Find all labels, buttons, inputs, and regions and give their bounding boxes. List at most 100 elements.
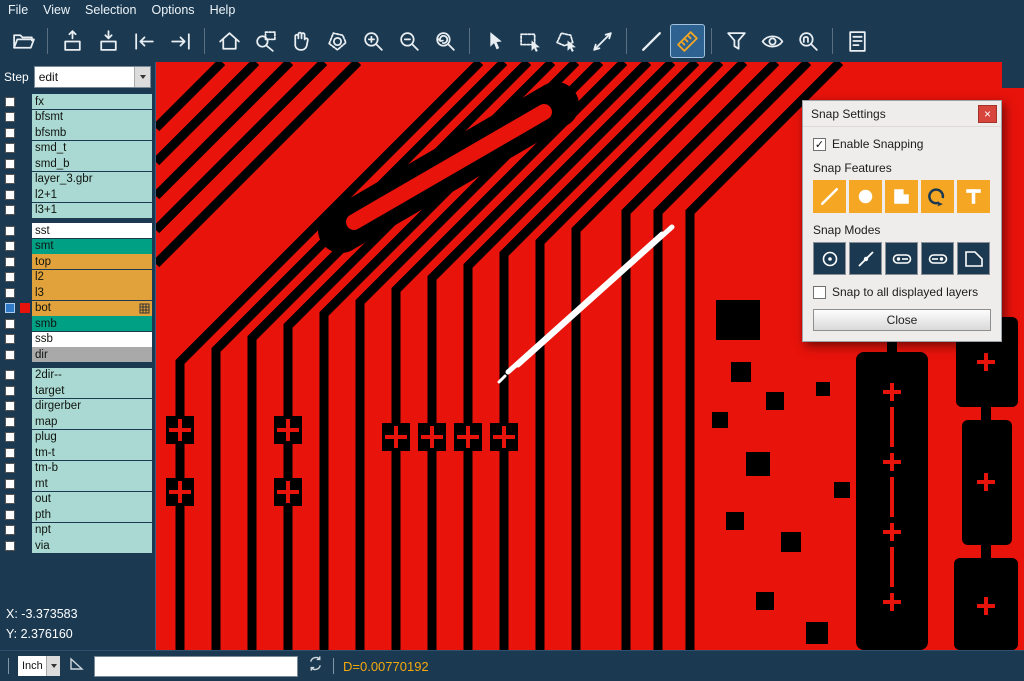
layer-label[interactable]: plug — [32, 430, 152, 445]
layer-checkbox[interactable] — [5, 541, 15, 551]
dialog-titlebar[interactable]: Snap Settings × — [803, 101, 1001, 127]
checkbox-box[interactable]: ✓ — [813, 138, 826, 151]
layer-row-bfsmt[interactable]: bfsmt — [0, 110, 155, 125]
mode-center-button[interactable] — [813, 242, 846, 275]
select-polygon-button[interactable] — [550, 25, 583, 57]
enable-snapping-checkbox[interactable]: ✓ Enable Snapping — [813, 137, 991, 151]
layer-row-dir[interactable]: dir — [0, 347, 155, 362]
close-button[interactable]: Close — [813, 309, 991, 331]
mode-contour-button[interactable] — [957, 242, 990, 275]
menu-item-view[interactable]: View — [43, 3, 70, 17]
layer-checkbox[interactable] — [5, 463, 15, 473]
angle-measure-icon[interactable] — [69, 656, 85, 677]
ruler-snap-button[interactable] — [671, 25, 704, 57]
layer-checkbox[interactable] — [5, 205, 15, 215]
layer-checkbox[interactable] — [5, 112, 15, 122]
snap-arc-button[interactable] — [921, 180, 954, 213]
zoom-window-button[interactable] — [249, 25, 282, 57]
nav-right-button[interactable] — [164, 25, 197, 57]
layer-row-l2+1[interactable]: l2+1 — [0, 187, 155, 202]
layer-checkbox[interactable] — [5, 226, 15, 236]
layer-row-l3[interactable]: l3 — [0, 285, 155, 300]
layer-checkbox[interactable] — [5, 159, 15, 169]
zoom-in-button[interactable] — [357, 25, 390, 57]
filter-button[interactable] — [720, 25, 753, 57]
layer-checkbox[interactable] — [5, 272, 15, 282]
menu-item-selection[interactable]: Selection — [85, 3, 136, 17]
import-up-button[interactable] — [56, 25, 89, 57]
layer-checkbox[interactable] — [5, 479, 15, 489]
layer-label[interactable]: smd_t — [32, 141, 152, 156]
layer-checkbox[interactable] — [5, 128, 15, 138]
snap-corner-button[interactable] — [885, 180, 918, 213]
layer-label[interactable]: via — [32, 538, 152, 553]
select-cursor-button[interactable] — [478, 25, 511, 57]
layer-row-l2[interactable]: l2 — [0, 270, 155, 285]
layer-label[interactable]: npt — [32, 523, 152, 538]
layer-checkbox[interactable] — [5, 432, 15, 442]
layer-label[interactable]: l2 — [32, 270, 152, 285]
layer-row-top[interactable]: top — [0, 254, 155, 269]
layer-row-map[interactable]: map — [0, 414, 155, 429]
select-window-button[interactable] — [514, 25, 547, 57]
layer-label[interactable]: bfsmt — [32, 110, 152, 125]
layer-row-via[interactable]: via — [0, 538, 155, 553]
mode-point-on-line-button[interactable] — [849, 242, 882, 275]
menu-item-help[interactable]: Help — [210, 3, 236, 17]
snap-line-button[interactable] — [813, 180, 846, 213]
snap-text-button[interactable] — [957, 180, 990, 213]
layer-row-npt[interactable]: npt — [0, 523, 155, 538]
step-dropdown[interactable]: edit — [34, 66, 151, 88]
layer-row-tm-t[interactable]: tm-t — [0, 445, 155, 460]
zoom-polygon-button[interactable] — [321, 25, 354, 57]
layer-label[interactable]: sst — [32, 223, 152, 238]
layer-row-smt[interactable]: smt — [0, 239, 155, 254]
layer-label[interactable]: fx — [32, 94, 152, 109]
layer-checkbox[interactable] — [5, 494, 15, 504]
draw-line-button[interactable] — [635, 25, 668, 57]
layer-label[interactable]: 2dir-- — [32, 368, 152, 383]
checkbox-box[interactable] — [813, 286, 826, 299]
layer-label[interactable]: out — [32, 492, 152, 507]
layer-checkbox[interactable] — [5, 241, 15, 251]
unit-dropdown[interactable]: Inch — [18, 656, 60, 676]
layer-label[interactable]: tm-b — [32, 461, 152, 476]
layer-row-plug[interactable]: plug — [0, 430, 155, 445]
layer-label[interactable]: top — [32, 254, 152, 269]
import-down-button[interactable] — [92, 25, 125, 57]
close-icon[interactable]: × — [978, 105, 997, 123]
layer-row-bot[interactable]: bot — [0, 301, 155, 316]
layer-label[interactable]: ssb — [32, 332, 152, 347]
layer-label[interactable]: l2+1 — [32, 187, 152, 202]
layer-row-target[interactable]: target — [0, 383, 155, 398]
layer-row-smb[interactable]: smb — [0, 316, 155, 331]
find-net-button[interactable] — [792, 25, 825, 57]
layer-label[interactable]: target — [32, 383, 152, 398]
layer-row-bfsmb[interactable]: bfsmb — [0, 125, 155, 140]
layer-checkbox[interactable] — [5, 448, 15, 458]
chevron-down-icon[interactable] — [134, 67, 150, 87]
layer-row-dirgerber[interactable]: dirgerber — [0, 399, 155, 414]
layer-checkbox[interactable] — [5, 350, 15, 360]
layer-label[interactable]: map — [32, 414, 152, 429]
layer-row-fx[interactable]: fx — [0, 94, 155, 109]
layer-label[interactable]: smb — [32, 316, 152, 331]
layer-label[interactable]: dir — [32, 347, 152, 362]
layer-row-ssb[interactable]: ssb — [0, 332, 155, 347]
pan-hand-button[interactable] — [285, 25, 318, 57]
layer-label[interactable]: tm-t — [32, 445, 152, 460]
nav-left-button[interactable] — [128, 25, 161, 57]
home-button[interactable] — [213, 25, 246, 57]
layer-row-smd_t[interactable]: smd_t — [0, 141, 155, 156]
layer-checkbox[interactable] — [5, 174, 15, 184]
layer-label[interactable]: smt — [32, 239, 152, 254]
layer-label[interactable]: mt — [32, 476, 152, 491]
layer-checkbox[interactable] — [5, 386, 15, 396]
layer-label[interactable]: smd_b — [32, 156, 152, 171]
layer-row-2dir--[interactable]: 2dir-- — [0, 368, 155, 383]
layer-row-layer_3.gbr[interactable]: layer_3.gbr — [0, 172, 155, 187]
layer-checkbox[interactable] — [5, 510, 15, 520]
menu-item-file[interactable]: File — [8, 3, 28, 17]
refresh-icon[interactable] — [307, 655, 324, 677]
layer-checkbox[interactable] — [5, 190, 15, 200]
